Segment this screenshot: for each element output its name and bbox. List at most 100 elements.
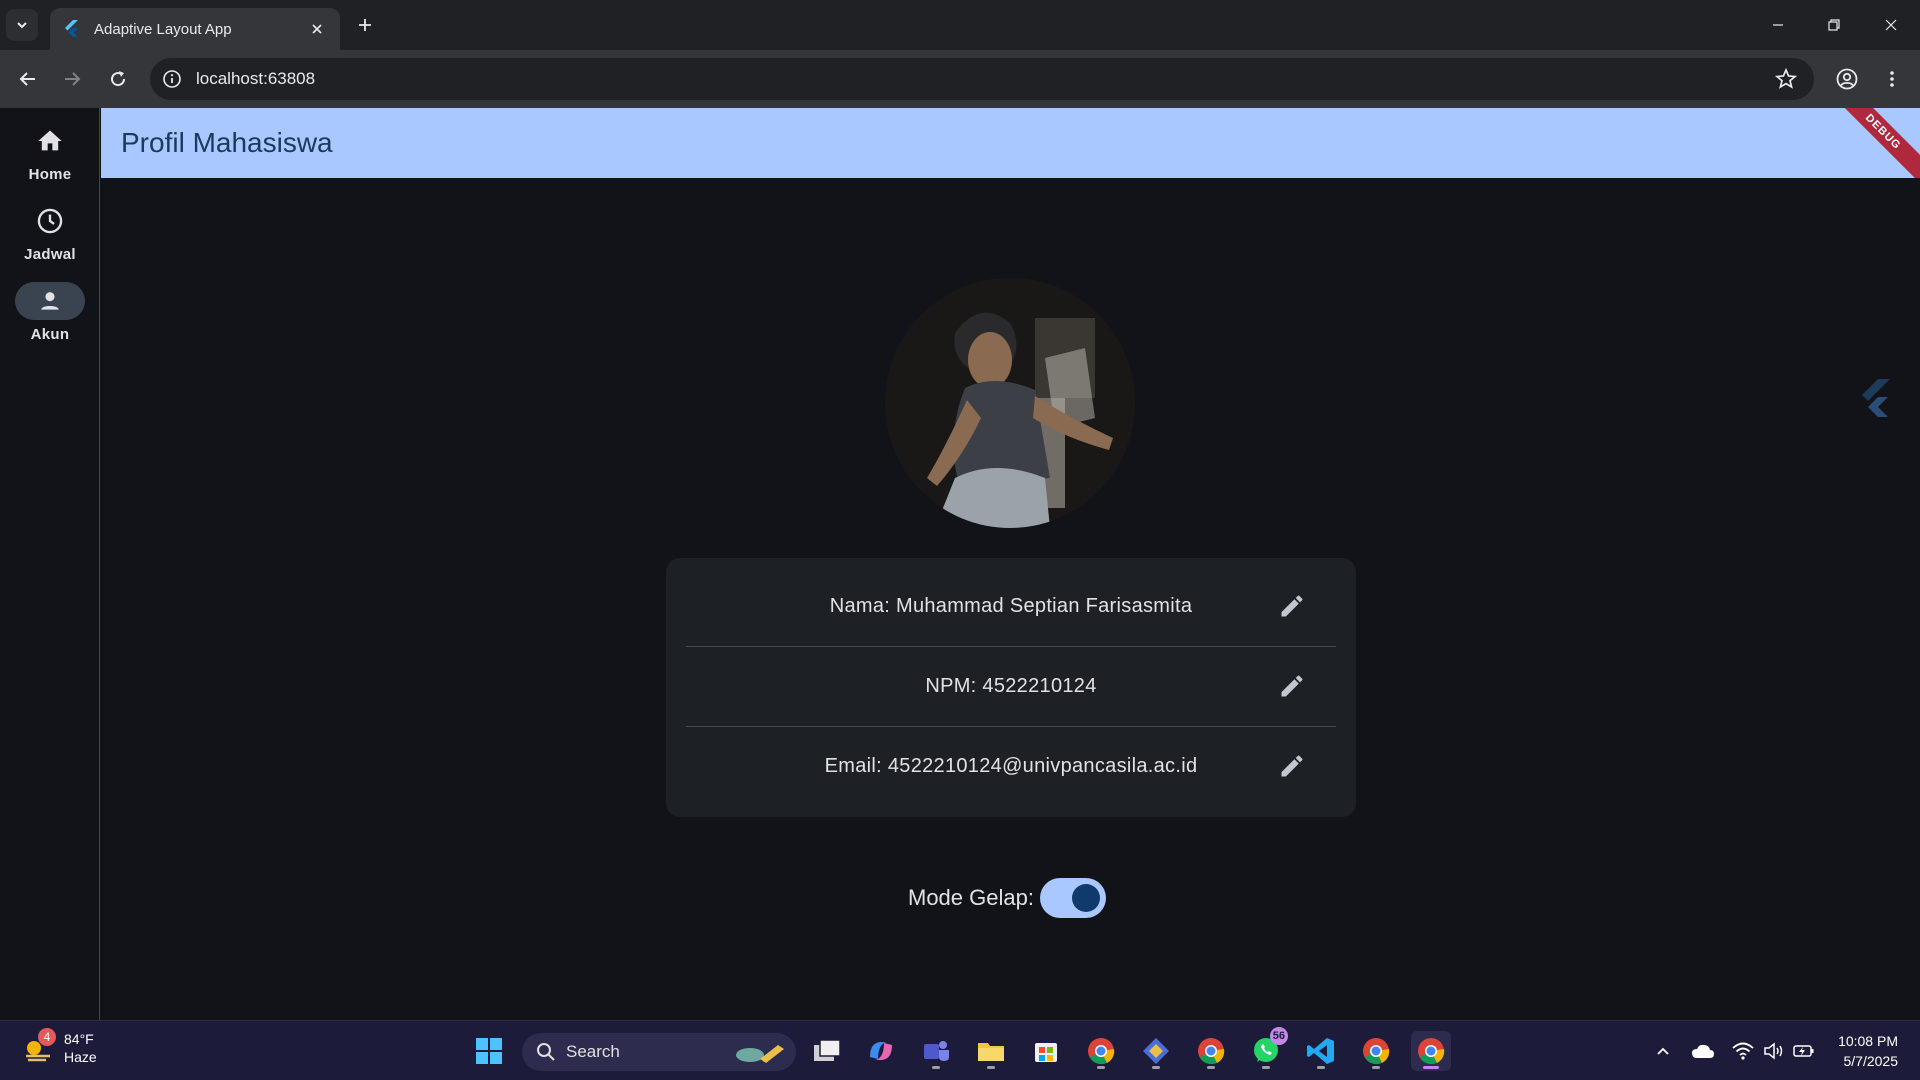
taskbar-clock[interactable]: 10:08 PM 5/7/2025 bbox=[1838, 1031, 1898, 1071]
wifi-icon bbox=[1732, 1042, 1754, 1060]
tab-search-button[interactable] bbox=[6, 9, 38, 41]
back-button[interactable] bbox=[12, 63, 44, 95]
battery-button[interactable] bbox=[1792, 1039, 1816, 1063]
rail-item-jadwal[interactable]: Jadwal bbox=[0, 202, 100, 263]
restore-button[interactable] bbox=[1814, 10, 1854, 40]
clock-date: 5/7/2025 bbox=[1843, 1053, 1899, 1069]
dark-mode-switch[interactable] bbox=[1039, 878, 1106, 918]
rail-indicator bbox=[15, 122, 85, 160]
clock-icon bbox=[37, 208, 63, 234]
chrome-active-button[interactable] bbox=[1411, 1031, 1451, 1071]
arrow-right-icon bbox=[65, 72, 81, 86]
profile-photo bbox=[885, 278, 1135, 528]
plus-icon bbox=[359, 19, 371, 31]
whatsapp-button[interactable]: 56 bbox=[1246, 1027, 1288, 1071]
chrome-icon bbox=[1088, 1038, 1115, 1065]
file-explorer-button[interactable] bbox=[971, 1031, 1011, 1071]
vscode-button[interactable] bbox=[1301, 1031, 1341, 1071]
search-icon bbox=[537, 1043, 555, 1061]
microsoft-store-button[interactable] bbox=[1026, 1031, 1066, 1071]
url-text: localhost:63808 bbox=[196, 69, 316, 88]
weather-temp: 84°F bbox=[64, 1031, 94, 1047]
navigation-rail: Home Jadwal Akun bbox=[0, 108, 100, 1020]
onedrive-button[interactable] bbox=[1691, 1039, 1715, 1063]
rail-indicator-active bbox=[15, 282, 85, 320]
weather-widget[interactable]: 4 84°F Haze bbox=[22, 1028, 97, 1066]
edit-icon[interactable] bbox=[1278, 752, 1306, 780]
edit-icon[interactable] bbox=[1278, 592, 1306, 620]
forward-button[interactable] bbox=[56, 63, 88, 95]
start-button[interactable] bbox=[469, 1031, 509, 1071]
rail-label-akun: Akun bbox=[30, 326, 70, 343]
teams-button[interactable] bbox=[916, 1031, 956, 1071]
email-text: Email: 4522210124@univpancasila.ac.id bbox=[824, 754, 1198, 777]
minimize-icon bbox=[1773, 24, 1783, 26]
account-circle-icon bbox=[1836, 68, 1858, 90]
chrome-profile-2-button[interactable] bbox=[1191, 1031, 1231, 1071]
windows-taskbar: 4 84°F Haze Search 56 10:08 PM 5/7/2025 bbox=[0, 1020, 1920, 1080]
whatsapp-badge: 56 bbox=[1269, 1027, 1288, 1045]
folder-icon bbox=[978, 1043, 1004, 1061]
dark-mode-setting: Mode Gelap: bbox=[908, 878, 1106, 918]
task-view-button[interactable] bbox=[807, 1031, 847, 1071]
cloud-icon bbox=[1692, 1044, 1714, 1058]
git-tool-button[interactable] bbox=[1136, 1031, 1176, 1071]
rail-label-home: Home bbox=[28, 166, 72, 183]
switch-thumb bbox=[1071, 884, 1100, 912]
npm-text: NPM: 4522210124 bbox=[925, 674, 1097, 697]
flutter-icon bbox=[65, 20, 78, 37]
edit-icon[interactable] bbox=[1278, 672, 1306, 700]
profile-row-nama: Nama: Muhammad Septian Farisasmita bbox=[686, 566, 1336, 646]
profile-row-email: Email: 4522210124@univpancasila.ac.id bbox=[686, 726, 1336, 806]
bookmark-star-icon[interactable] bbox=[1774, 67, 1798, 91]
more-vert-icon bbox=[1890, 71, 1894, 87]
address-bar[interactable]: localhost:63808 bbox=[150, 58, 1814, 100]
profile-row-npm: NPM: 4522210124 bbox=[686, 646, 1336, 726]
store-icon bbox=[1035, 1043, 1057, 1062]
browser-menu-button[interactable] bbox=[1876, 63, 1908, 95]
browser-tabstrip: Adaptive Layout App bbox=[0, 0, 1920, 50]
flutter-devtools-button[interactable] bbox=[1852, 370, 1898, 430]
reload-icon bbox=[111, 71, 126, 87]
flutter-logo-icon bbox=[1862, 379, 1890, 417]
show-hidden-icons-button[interactable] bbox=[1651, 1039, 1675, 1063]
windows-logo-icon bbox=[476, 1038, 502, 1064]
profile-avatar bbox=[885, 278, 1135, 528]
browser-tab[interactable]: Adaptive Layout App bbox=[50, 8, 340, 50]
wifi-button[interactable] bbox=[1731, 1039, 1755, 1063]
clock-time: 10:08 PM bbox=[1838, 1033, 1898, 1049]
page-title: Profil Mahasiswa bbox=[121, 127, 333, 158]
new-tab-button[interactable] bbox=[352, 12, 378, 38]
copilot-icon bbox=[870, 1042, 892, 1060]
rail-item-home[interactable]: Home bbox=[0, 122, 100, 183]
speaker-icon bbox=[1764, 1042, 1783, 1060]
tab-title: Adaptive Layout App bbox=[94, 20, 232, 38]
copilot-button[interactable] bbox=[861, 1031, 901, 1071]
diamond-app-icon bbox=[1143, 1038, 1169, 1064]
close-window-button[interactable] bbox=[1871, 10, 1911, 40]
rail-label-jadwal: Jadwal bbox=[24, 246, 76, 263]
chrome-profile-3-button[interactable] bbox=[1356, 1031, 1396, 1071]
close-icon bbox=[1885, 19, 1897, 31]
profile-button[interactable] bbox=[1831, 63, 1863, 95]
search-highlight-icon bbox=[736, 1045, 784, 1063]
tab-close-icon[interactable] bbox=[306, 18, 328, 40]
rail-item-akun[interactable]: Akun bbox=[0, 282, 100, 343]
dark-mode-label: Mode Gelap: bbox=[908, 885, 1034, 910]
chrome-icon bbox=[1363, 1038, 1390, 1065]
rail-indicator bbox=[15, 202, 85, 240]
weather-desc: Haze bbox=[64, 1049, 97, 1065]
vscode-icon bbox=[1307, 1038, 1334, 1064]
chrome-icon bbox=[1418, 1038, 1445, 1065]
volume-button[interactable] bbox=[1762, 1039, 1786, 1063]
app-bar: Profil Mahasiswa DEBUG bbox=[101, 108, 1920, 178]
weather-icon: 4 bbox=[22, 1028, 56, 1064]
reload-button[interactable] bbox=[102, 63, 134, 95]
chrome-profile-1-button[interactable] bbox=[1081, 1031, 1121, 1071]
weather-text: 84°F Haze bbox=[64, 1030, 97, 1066]
teams-icon bbox=[924, 1041, 949, 1061]
taskbar-search[interactable]: Search bbox=[522, 1033, 796, 1071]
battery-charging-icon bbox=[1793, 1045, 1814, 1057]
minimize-button[interactable] bbox=[1758, 10, 1798, 40]
chrome-icon bbox=[1198, 1038, 1225, 1065]
